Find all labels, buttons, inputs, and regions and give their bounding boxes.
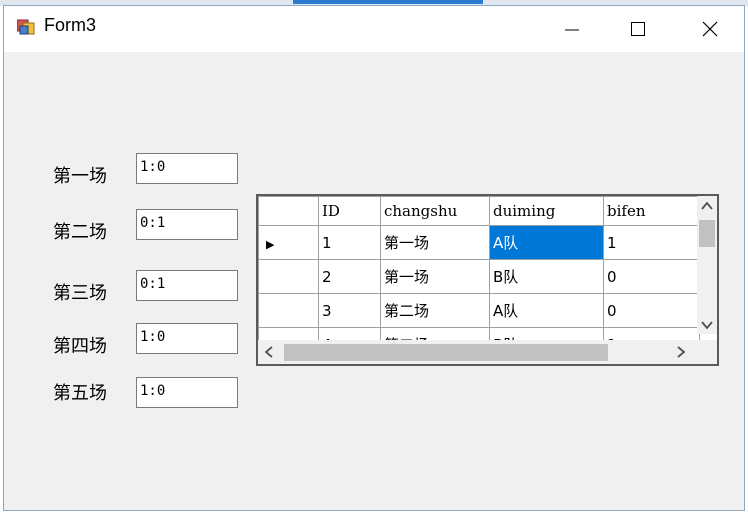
table-cell[interactable]: 第二场 — [380, 293, 490, 328]
window-title: Form3 — [44, 15, 97, 35]
horizontal-scroll-thumb[interactable] — [284, 344, 608, 361]
scroll-left-arrow-icon[interactable] — [264, 346, 274, 358]
current-row-arrow-icon: ▶ — [266, 237, 275, 251]
column-header-id[interactable]: ID — [318, 196, 381, 226]
grid-table: ID changshu duiming bifen ▶ 1 第一场 A队 1 2… — [258, 196, 700, 362]
column-header-changshu[interactable]: changshu — [380, 196, 490, 226]
minimize-icon — [565, 29, 579, 31]
form-app-icon — [17, 19, 35, 35]
title-bar[interactable]: Form3 — [4, 6, 744, 52]
scrollbar-corner — [697, 340, 717, 364]
grid-corner-header[interactable] — [258, 196, 319, 226]
label-match-1: 第一场 — [53, 166, 107, 187]
table-cell[interactable]: 第一场 — [380, 259, 490, 294]
textbox-match-2[interactable]: 0:1 — [136, 209, 238, 240]
table-cell[interactable]: 0 — [603, 293, 700, 328]
table-cell[interactable]: 0 — [603, 259, 700, 294]
table-cell[interactable]: 1 — [603, 225, 700, 260]
background-tab-highlight — [293, 0, 483, 4]
textbox-match-3[interactable]: 0:1 — [136, 270, 238, 301]
maximize-button[interactable] — [615, 6, 661, 52]
label-match-4: 第四场 — [53, 336, 107, 357]
table-cell[interactable]: A队 — [489, 293, 604, 328]
table-row[interactable]: 3 第二场 A队 0 — [258, 293, 700, 328]
maximize-icon — [631, 22, 645, 36]
table-cell[interactable]: B队 — [489, 259, 604, 294]
grid-header-row: ID changshu duiming bifen — [258, 196, 700, 226]
column-header-bifen[interactable]: bifen — [603, 196, 700, 226]
vertical-scroll-thumb[interactable] — [699, 220, 715, 247]
scroll-up-arrow-icon[interactable] — [701, 201, 713, 211]
scroll-down-arrow-icon[interactable] — [701, 320, 713, 330]
table-cell[interactable]: 第一场 — [380, 225, 490, 260]
scroll-right-arrow-icon[interactable] — [676, 346, 686, 358]
textbox-match-4[interactable]: 1:0 — [136, 323, 238, 354]
row-header[interactable] — [258, 259, 319, 294]
vertical-scrollbar[interactable] — [697, 196, 717, 334]
close-icon — [702, 21, 718, 37]
data-grid-view[interactable]: ID changshu duiming bifen ▶ 1 第一场 A队 1 2… — [256, 194, 719, 366]
label-match-5: 第五场 — [53, 383, 107, 404]
table-row[interactable]: 2 第一场 B队 0 — [258, 259, 700, 294]
table-row[interactable]: ▶ 1 第一场 A队 1 — [258, 225, 700, 260]
table-cell[interactable]: 1 — [318, 225, 381, 260]
close-button[interactable] — [687, 6, 733, 52]
textbox-match-1[interactable]: 1:0 — [136, 153, 238, 184]
row-header[interactable]: ▶ — [258, 225, 319, 260]
column-header-duiming[interactable]: duiming — [489, 196, 604, 226]
textbox-match-5[interactable]: 1:0 — [136, 377, 238, 408]
form-window: Form3 第一场 第二场 第三场 第四场 第五场 1:0 0:1 0:1 1:… — [3, 5, 745, 511]
label-match-2: 第二场 — [53, 222, 107, 243]
horizontal-scrollbar[interactable] — [258, 340, 699, 364]
table-cell[interactable]: 3 — [318, 293, 381, 328]
label-match-3: 第三场 — [53, 283, 107, 304]
table-cell-selected[interactable]: A队 — [489, 225, 604, 260]
row-header[interactable] — [258, 293, 319, 328]
minimize-button[interactable] — [549, 6, 595, 52]
table-cell[interactable]: 2 — [318, 259, 381, 294]
